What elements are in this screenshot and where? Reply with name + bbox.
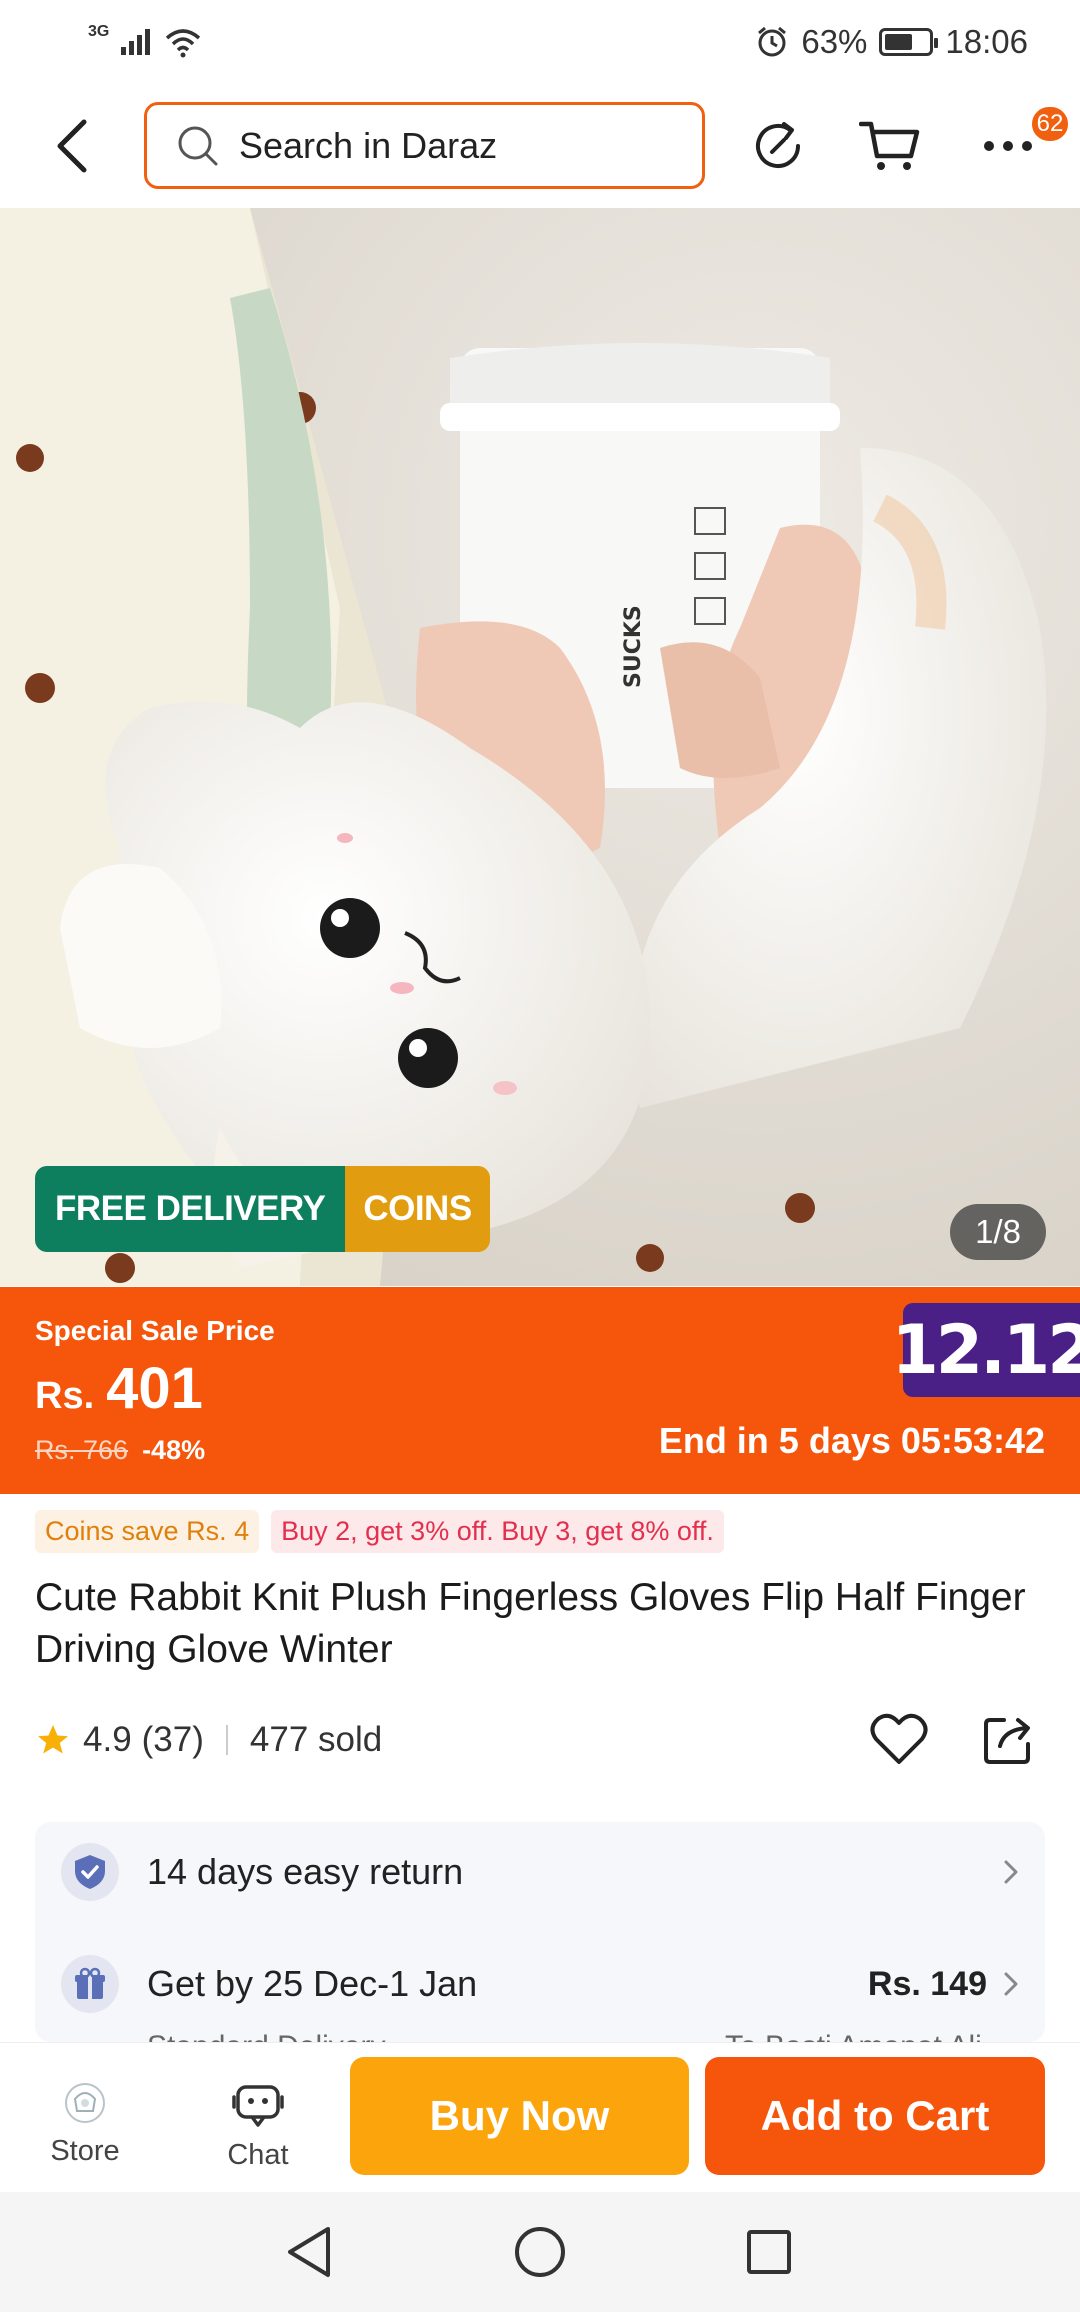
promo-tags[interactable]: Coins save Rs. 4 Buy 2, get 3% off. Buy … bbox=[35, 1510, 724, 1553]
add-to-cart-button[interactable]: Add to Cart bbox=[705, 2057, 1045, 2175]
notification-badge: 62 bbox=[1030, 105, 1070, 143]
rating-value: 4.9 bbox=[83, 1720, 132, 1759]
bundle-promo-tag[interactable]: Buy 2, get 3% off. Buy 3, get 8% off. bbox=[271, 1510, 724, 1553]
chevron-left-icon bbox=[57, 119, 87, 173]
delivery-date-text: Get by 25 Dec-1 Jan bbox=[147, 1963, 478, 2004]
product-photo: S⁠UCKS bbox=[0, 208, 1080, 1286]
battery-percent: 63% bbox=[801, 23, 868, 60]
chat-button[interactable]: Chat bbox=[203, 2081, 313, 2172]
cart-icon bbox=[859, 121, 920, 170]
nav-home-button[interactable] bbox=[508, 2220, 572, 2284]
sold-count: 477 sold bbox=[249, 1720, 383, 1759]
buy-now-button[interactable]: Buy Now bbox=[350, 2057, 689, 2175]
system-nav-bar bbox=[0, 2192, 1080, 2312]
return-policy-row[interactable]: 14 days easy return bbox=[35, 1822, 1045, 1922]
product-title: Cute Rabbit Knit Plush Fingerless Gloves… bbox=[35, 1576, 1026, 1671]
gift-icon bbox=[61, 1955, 119, 2013]
battery-fill bbox=[885, 34, 912, 50]
back-button[interactable] bbox=[46, 114, 98, 178]
coins-promo-tag[interactable]: Coins save Rs. 4 bbox=[35, 1510, 260, 1553]
nav-recents-button[interactable] bbox=[737, 2220, 801, 2284]
wishlist-button[interactable] bbox=[868, 1708, 930, 1770]
square-recents-icon bbox=[747, 2230, 791, 2274]
sale-label: Special Sale Price bbox=[35, 1315, 275, 1346]
rating-row[interactable]: 4.9 (37) 477 sold bbox=[35, 1712, 382, 1768]
sale-banner: Special Sale Price Rs. 401 Rs. 766 -48% … bbox=[0, 1287, 1080, 1494]
delivery-fee: Rs. 149 bbox=[868, 1965, 1019, 2004]
network-type: 3G bbox=[88, 23, 110, 40]
countdown-timer: End in 5 days 05:53:42 bbox=[658, 1420, 1045, 1461]
top-nav: Search in Daraz bbox=[0, 84, 1080, 208]
free-delivery-badge: FREE DELIVERY bbox=[35, 1166, 346, 1252]
original-price: Rs. 766 bbox=[35, 1435, 129, 1465]
heart-icon bbox=[870, 1713, 928, 1764]
nav-back-button[interactable] bbox=[277, 2220, 341, 2284]
battery-icon bbox=[879, 28, 939, 56]
bottom-action-bar: Store Chat Buy Now Add to Cart bbox=[0, 2042, 1080, 2192]
campaign-badge: 12.12 bbox=[891, 1303, 1080, 1397]
alarm-icon bbox=[758, 26, 787, 57]
store-icon bbox=[65, 2083, 105, 2123]
more-icon bbox=[984, 141, 1032, 151]
chat-label: Chat bbox=[227, 2139, 289, 2171]
image-counter: 1/8 bbox=[950, 1204, 1046, 1260]
return-policy-text: 14 days easy return bbox=[147, 1851, 464, 1892]
status-bar: 3G 63% 18:06 bbox=[0, 0, 1080, 84]
price-currency: Rs. bbox=[35, 1375, 95, 1417]
history-button[interactable] bbox=[746, 114, 810, 178]
share-icon bbox=[984, 1718, 1030, 1764]
svg-text:S⁠UCKS: S⁠UCKS bbox=[621, 605, 646, 688]
status-right: 63% 18:06 bbox=[755, 23, 1028, 61]
cart-button[interactable] bbox=[858, 114, 922, 178]
status-left: 3G bbox=[88, 23, 203, 58]
star-icon bbox=[38, 1725, 68, 1754]
store-button[interactable]: Store bbox=[30, 2081, 140, 2168]
chevron-right-icon bbox=[1004, 1860, 1018, 1884]
delivery-subtext: Standard Delivery bbox=[147, 2030, 385, 2042]
signal-icon bbox=[121, 29, 151, 55]
return-chevron bbox=[1003, 1859, 1019, 1885]
shield-icon bbox=[61, 1843, 119, 1901]
search-input[interactable]: Search in Daraz bbox=[144, 102, 705, 189]
circle-home-icon bbox=[515, 2227, 565, 2277]
search-icon bbox=[178, 126, 218, 165]
divider bbox=[225, 1725, 228, 1755]
chevron-right-icon bbox=[1004, 1972, 1018, 1996]
rating-count: (37) bbox=[141, 1720, 204, 1759]
wifi-icon bbox=[166, 29, 201, 58]
coins-badge: COINS bbox=[345, 1166, 490, 1252]
sale-price: Rs. 401 bbox=[35, 1355, 203, 1422]
delivery-destination: To Basti Amanat Ali bbox=[725, 2030, 982, 2042]
delivery-fee-value: Rs. 149 bbox=[867, 1964, 987, 2003]
service-card: 14 days easy return Get by 25 Dec-1 Jan … bbox=[35, 1822, 1045, 2042]
clock: 18:06 bbox=[945, 23, 1028, 60]
triangle-back-icon bbox=[288, 2227, 330, 2277]
delivery-row[interactable]: Get by 25 Dec-1 Jan Rs. 149 bbox=[35, 1934, 1045, 2034]
share-button[interactable] bbox=[978, 1708, 1040, 1770]
store-label: Store bbox=[50, 2135, 120, 2167]
price-amount: 401 bbox=[106, 1356, 203, 1421]
promo-badges: FREE DELIVERY COINS bbox=[35, 1166, 490, 1252]
discount-percent: -48% bbox=[142, 1435, 206, 1465]
product-image-carousel[interactable]: S⁠UCKS FREE DELIVERY COINS 1/8 bbox=[0, 208, 1080, 1286]
history-icon bbox=[756, 122, 800, 168]
chat-icon bbox=[232, 2085, 284, 2127]
search-placeholder: Search in Daraz bbox=[239, 124, 498, 166]
original-price-row: Rs. 766 -48% bbox=[35, 1435, 205, 1466]
